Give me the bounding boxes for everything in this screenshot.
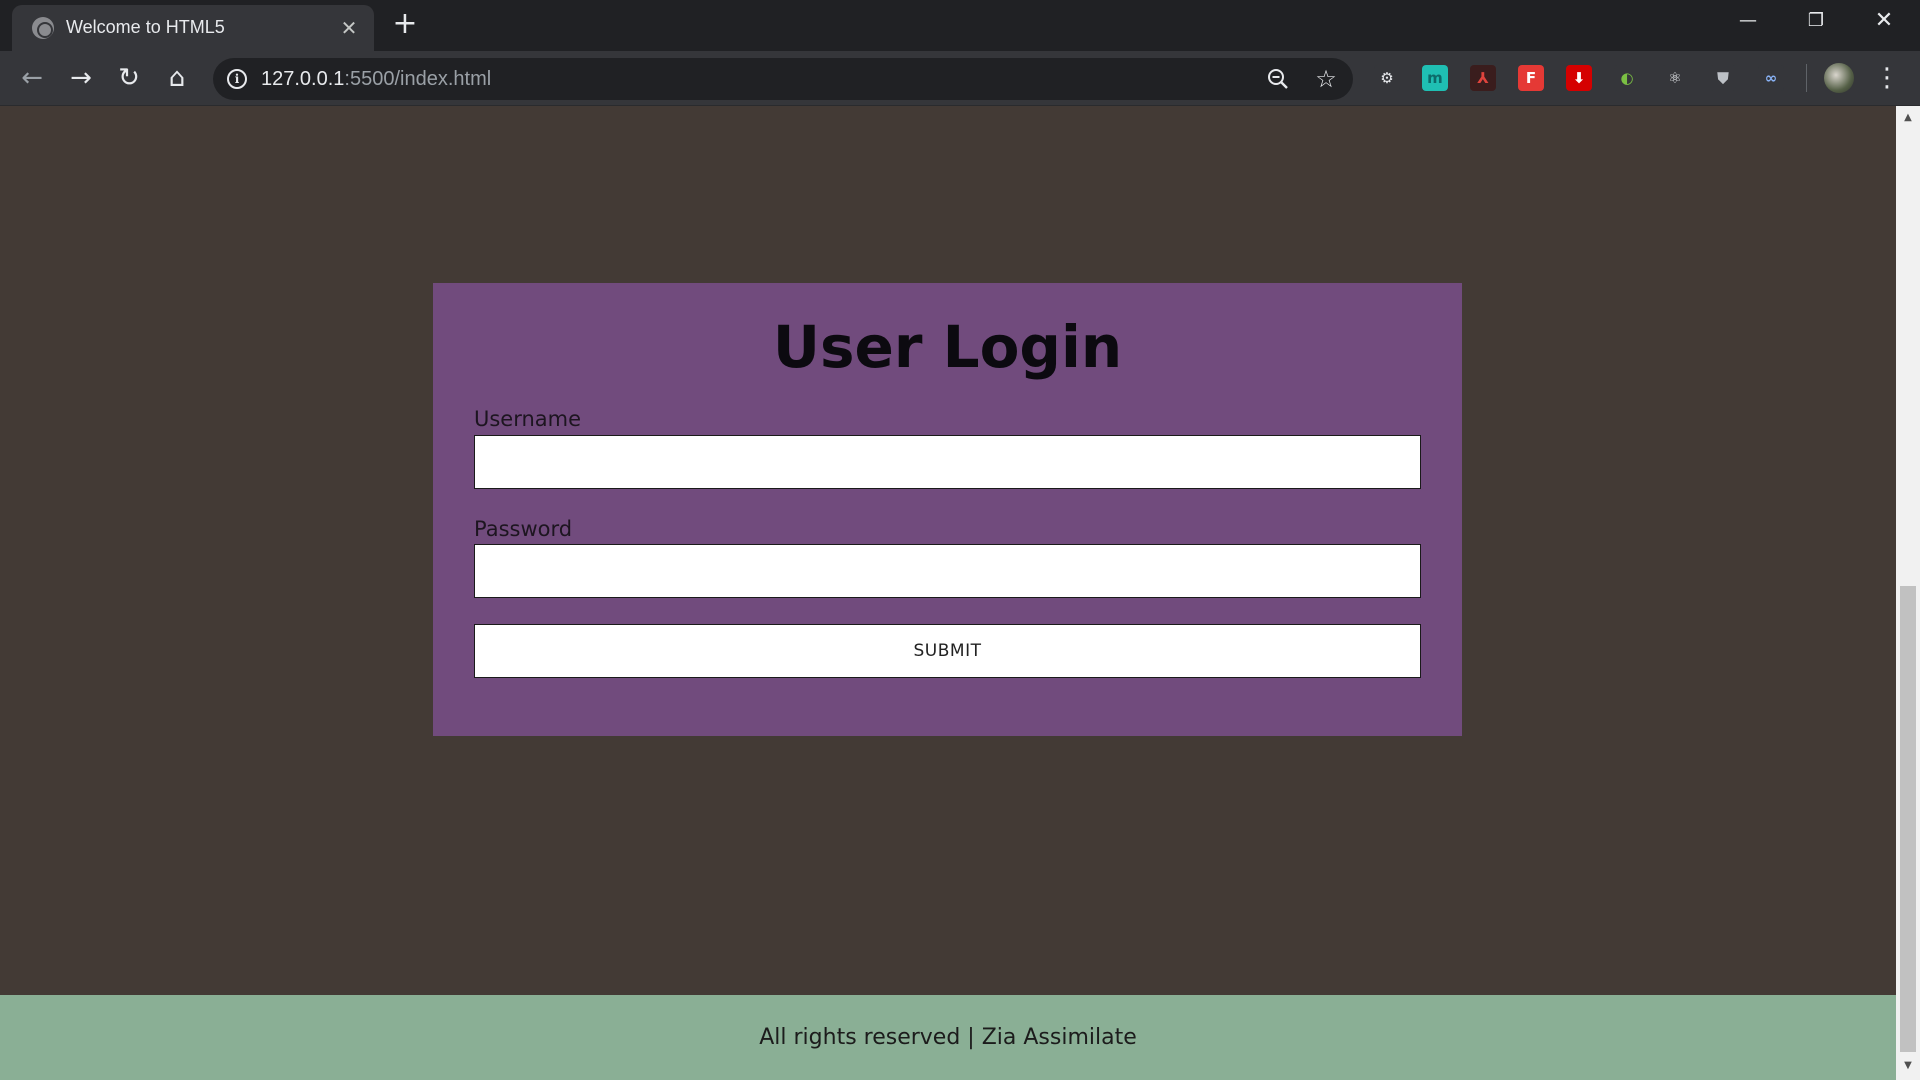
username-input[interactable]	[474, 435, 1421, 489]
address-bar[interactable]: i 127.0.0.1:5500/index.html ☆	[213, 58, 1353, 100]
window-minimize-button[interactable]: —	[1714, 0, 1782, 44]
browser-tab-active[interactable]: Welcome to HTML5 ✕	[12, 5, 374, 51]
browser-tab-strip: Welcome to HTML5 ✕ + — ❐ ✕	[0, 0, 1920, 51]
new-tab-button[interactable]: +	[390, 9, 420, 40]
username-label: Username	[474, 407, 582, 431]
globe-favicon-icon	[32, 17, 54, 39]
profile-avatar[interactable]	[1824, 63, 1854, 93]
tab-title: Welcome to HTML5	[66, 17, 225, 37]
back-arrow-icon[interactable]: ←	[13, 59, 51, 97]
zoom-out-icon[interactable]	[1263, 64, 1293, 94]
settings-gear-extension-icon[interactable]: ⚙	[1374, 65, 1400, 91]
glasses-extension-icon[interactable]: ∞	[1758, 65, 1784, 91]
toolbar-divider	[1806, 64, 1807, 92]
url-path: :5500/index.html	[344, 68, 492, 90]
page-viewport: User Login Username Password SUBMIT All …	[0, 106, 1896, 1080]
url-host: 127.0.0.1	[261, 68, 345, 90]
scrollbar-thumb[interactable]	[1900, 586, 1916, 1052]
browser-toolbar: ← → ↻ ⌂ i 127.0.0.1:5500/index.html ☆ ⚙ m…	[0, 51, 1920, 106]
tab-close-icon[interactable]: ✕	[336, 15, 362, 41]
window-close-button[interactable]: ✕	[1850, 0, 1918, 44]
pdf-extension-icon[interactable]: ⅄	[1470, 65, 1496, 91]
password-label: Password	[474, 517, 573, 541]
url-text[interactable]: 127.0.0.1:5500/index.html	[261, 68, 491, 91]
login-title: User Login	[772, 313, 1123, 381]
react-extension-icon[interactable]: ⚛	[1662, 65, 1688, 91]
browser-menu-icon[interactable]: ⋮	[1874, 63, 1900, 93]
password-input[interactable]	[474, 544, 1421, 598]
scroll-down-arrow-icon[interactable]: ▼	[1896, 1056, 1920, 1076]
window-restore-button[interactable]: ❐	[1782, 0, 1850, 44]
submit-button[interactable]: SUBMIT	[474, 624, 1421, 678]
color-wheel-extension-icon[interactable]: ◐	[1614, 65, 1640, 91]
shield-extension-icon[interactable]: ⛊	[1710, 65, 1736, 91]
f-extension-icon[interactable]: F	[1518, 65, 1544, 91]
m-extension-icon[interactable]: m	[1422, 65, 1448, 91]
login-form-card: User Login Username Password SUBMIT	[433, 283, 1462, 736]
home-icon[interactable]: ⌂	[158, 59, 196, 97]
scroll-up-arrow-icon[interactable]: ▲	[1896, 108, 1920, 128]
site-info-icon[interactable]: i	[227, 69, 247, 89]
forward-arrow-icon[interactable]: →	[62, 59, 100, 97]
vertical-scrollbar[interactable]: ▲ ▼	[1896, 106, 1920, 1080]
reload-icon[interactable]: ↻	[110, 59, 148, 97]
bookmark-star-icon[interactable]: ☆	[1311, 64, 1341, 94]
page-footer: All rights reserved | Zia Assimilate	[0, 995, 1896, 1080]
footer-text: All rights reserved | Zia Assimilate	[759, 1025, 1137, 1050]
download-extension-icon[interactable]: ⬇	[1566, 65, 1592, 91]
